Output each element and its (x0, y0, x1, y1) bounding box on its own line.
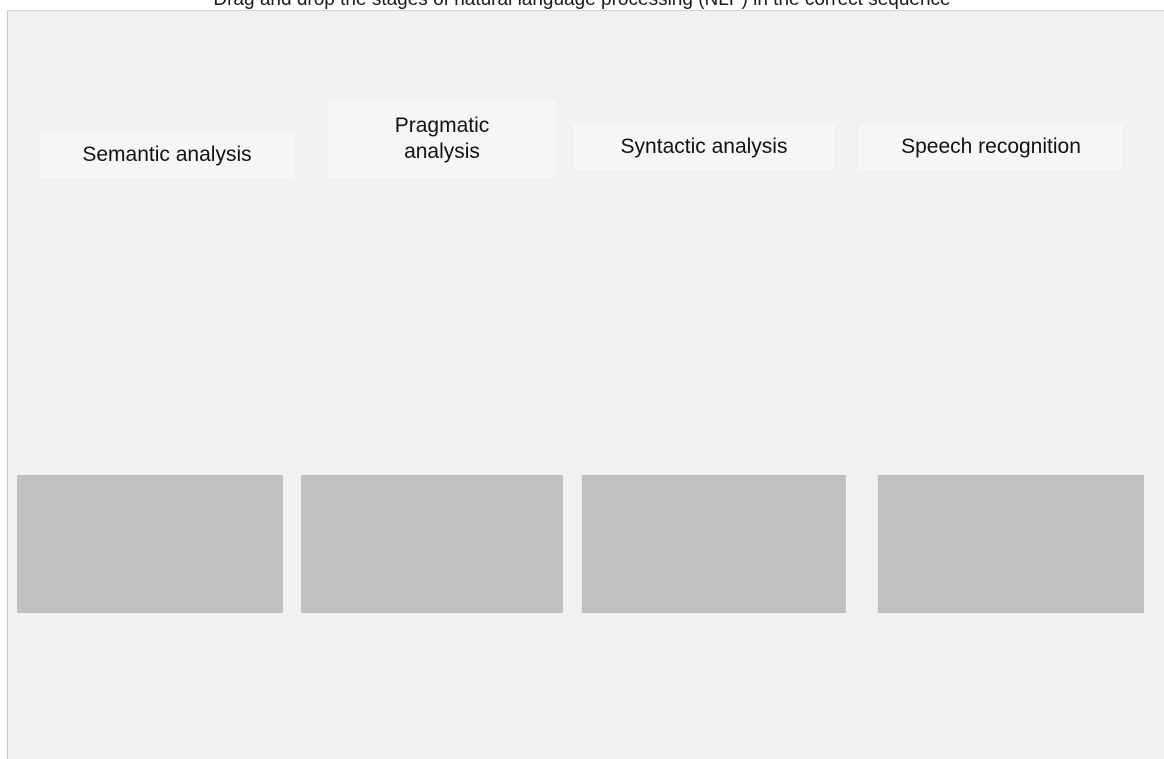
drop-slot-3[interactable] (582, 475, 846, 613)
drop-slot-2[interactable] (301, 475, 563, 613)
draggable-card-4[interactable]: Speech recognition (859, 124, 1123, 170)
draggable-card-2[interactable]: Pragmatic analysis (328, 100, 556, 178)
draggable-card-3[interactable]: Syntactic analysis (573, 124, 835, 170)
draggable-card-1[interactable]: Semantic analysis (40, 132, 294, 178)
drop-slot-4[interactable] (878, 475, 1144, 613)
drop-slot-1[interactable] (17, 475, 283, 613)
question-panel (7, 10, 1164, 759)
drag-drop-question: Drag and drop the stages of natural lang… (0, 0, 1164, 759)
